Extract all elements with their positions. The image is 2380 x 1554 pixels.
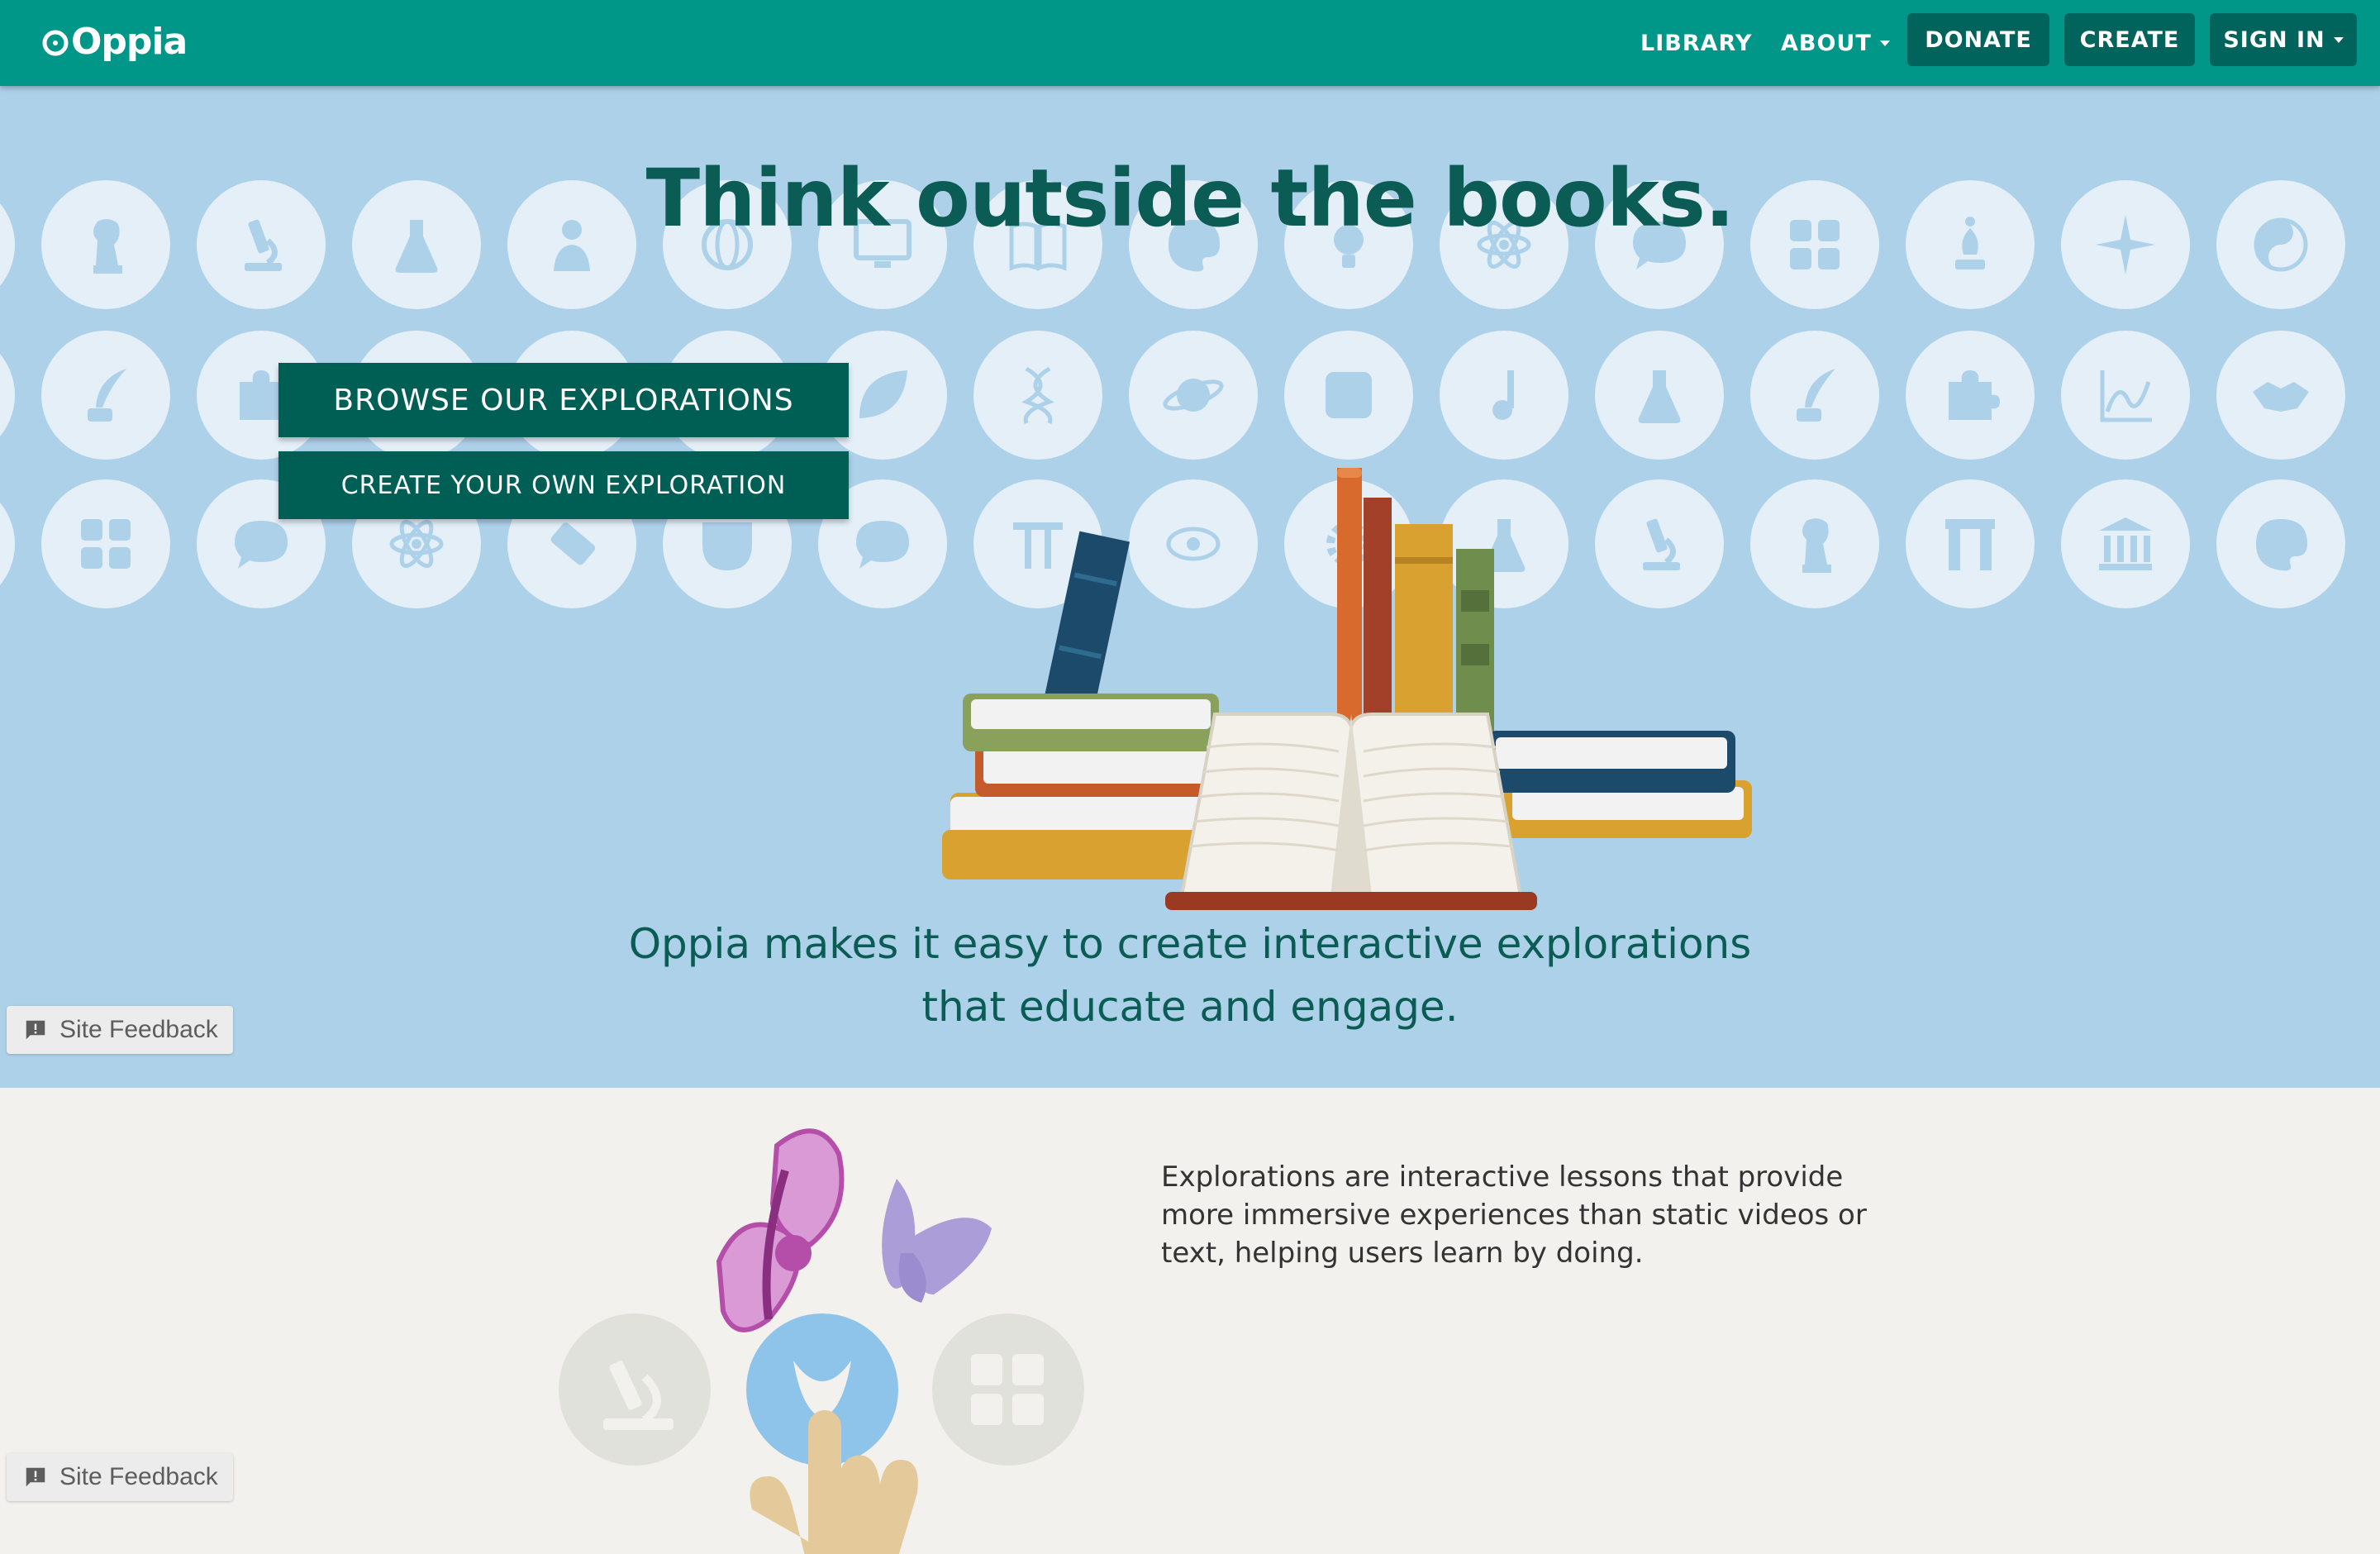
oppia-logo[interactable]: Oppia (41, 17, 188, 66)
sign-in-dropdown[interactable]: SIGN IN (2210, 13, 2357, 66)
hero-headline: Think outside the books. (645, 152, 1735, 245)
purple-butterfly-icon (882, 1179, 992, 1303)
leaf-icon (859, 370, 907, 418)
subject-icon-circle (1750, 479, 1879, 608)
top-navbar: Oppia LIBRARY ABOUT DONATE CREATE SIGN I… (0, 0, 2380, 86)
domino-icon (550, 522, 596, 565)
logo-text: Oppia (71, 20, 188, 63)
tagline-line-1: Oppia makes it easy to create interactiv… (628, 920, 1752, 968)
subject-icon-circle (0, 479, 15, 608)
nav-library-link[interactable]: LIBRARY (1640, 0, 1752, 86)
knight-icon (1802, 518, 1831, 573)
dna-icon (1021, 366, 1054, 424)
caret-down-icon (2333, 36, 2344, 43)
flask-icon (1638, 370, 1681, 423)
pink-butterfly-icon (716, 1128, 845, 1332)
explorations-intro-section: Explorations are interactive lessons tha… (0, 1088, 2380, 1554)
subject-icon-circle (1750, 331, 1879, 460)
sign-in-label: SIGN IN (2223, 26, 2325, 53)
theater-mask-icon (702, 522, 752, 570)
puzzle-icon (1949, 370, 2000, 420)
create-button[interactable]: CREATE (2064, 13, 2195, 66)
nav-about-label: ABOUT (1781, 30, 1872, 56)
music-note-icon (1492, 370, 1514, 420)
site-feedback-button[interactable]: Site Feedback (7, 1006, 233, 1054)
dice-icon (1326, 372, 1372, 418)
subject-icon-circle (2216, 479, 2345, 608)
handshake-icon (2253, 382, 2309, 412)
question-bubble-icon (856, 521, 909, 569)
subject-icon-circle (1906, 479, 2035, 608)
subject-icon-circle (1906, 331, 2035, 460)
subject-icon-circle (1595, 331, 1724, 460)
create-label: CREATE (2079, 26, 2180, 53)
speech-bubble-icon (235, 521, 288, 569)
subject-icon-circle (973, 331, 1102, 460)
subject-icon-circle (2061, 479, 2190, 608)
site-feedback-label: Site Feedback (60, 1016, 218, 1043)
site-feedback-button-2[interactable]: Site Feedback (7, 1453, 233, 1501)
arch-icon (1945, 519, 1995, 570)
tagline-line-2: that educate and engage. (921, 983, 1459, 1031)
subject-icon-circle (2216, 331, 2345, 460)
museum-icon (2099, 517, 2152, 570)
subject-icon-circle (1440, 331, 1568, 460)
graph-icon (2100, 370, 2152, 422)
feedback-icon (26, 1020, 45, 1040)
hero-tagline: Oppia makes it easy to create interactiv… (0, 913, 2380, 1038)
calculator-icon (81, 519, 131, 569)
browse-explorations-button[interactable]: BROWSE OUR EXPLORATIONS (278, 363, 849, 437)
caret-down-icon (1879, 40, 1890, 46)
nav-library-label: LIBRARY (1640, 30, 1753, 56)
subject-icon-circle (1284, 331, 1413, 460)
explorations-description: Explorations are interactive lessons tha… (1161, 1161, 1867, 1270)
feedback-icon (26, 1467, 45, 1487)
planet-icon (1163, 379, 1224, 412)
atom-icon (389, 519, 444, 569)
subject-icon-circle (2061, 331, 2190, 460)
site-feedback-label-2: Site Feedback (60, 1463, 218, 1490)
subject-icon-circle (1129, 331, 1258, 460)
nav-about-dropdown[interactable]: ABOUT (1781, 0, 1890, 86)
books-illustration (942, 468, 1752, 910)
subject-icon-circle (41, 479, 170, 608)
hero-section: Think outside the books. BROWSE OUR EXPL… (0, 86, 2380, 1088)
quill-icon (1797, 369, 1835, 422)
oppia-logo-icon (42, 30, 69, 56)
quill-icon (88, 369, 126, 422)
subject-icon-circle (0, 331, 15, 460)
palette-icon (2256, 519, 2307, 571)
subject-icon-circle (41, 331, 170, 460)
create-exploration-button[interactable]: CREATE YOUR OWN EXPLORATION (278, 451, 849, 519)
butterfly-hand-illustration (559, 1128, 1084, 1554)
donate-label: DONATE (1925, 26, 2032, 53)
donate-button[interactable]: DONATE (1907, 13, 2049, 66)
